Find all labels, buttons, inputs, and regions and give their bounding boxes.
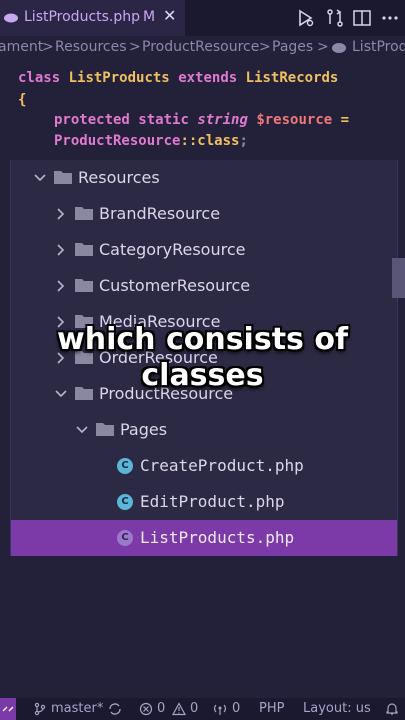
- close-tab-icon[interactable]: ✕: [163, 6, 176, 25]
- code-line-2[interactable]: {: [18, 92, 26, 108]
- breadcrumb-item[interactable]: ProductResource: [142, 39, 259, 55]
- tree-item-pages[interactable]: Pages: [11, 412, 397, 448]
- breadcrumb-separator: >: [129, 39, 141, 55]
- code-type: string: [197, 112, 248, 128]
- code-keyword: protected: [54, 112, 130, 128]
- editor-tab-listproducts[interactable]: ListProducts.php M ✕: [0, 0, 185, 36]
- code-keyword: static: [138, 112, 189, 128]
- tree-item-customerresource[interactable]: CustomerResource: [11, 268, 397, 304]
- tree-item-label: Pages: [120, 420, 168, 439]
- chevron-down-icon: [76, 426, 88, 434]
- chevron-right-icon: [57, 244, 65, 256]
- error-icon: [139, 702, 153, 716]
- run-debug-icon[interactable]: [296, 8, 316, 28]
- breadcrumb-separator: >: [259, 39, 271, 55]
- ports-count[interactable]: 0: [232, 701, 240, 716]
- git-branch-icon: [34, 702, 46, 716]
- tree-item-createproduct[interactable]: C CreateProduct.php: [11, 448, 397, 484]
- code-semicolon: ;: [239, 133, 248, 149]
- breadcrumb-item[interactable]: ListProdu: [352, 39, 405, 55]
- php-elephant-icon: [332, 43, 346, 53]
- breadcrumb-separator: >: [42, 39, 54, 55]
- tree-item-listproducts[interactable]: C ListProducts.php: [11, 520, 397, 556]
- folder-icon: [75, 279, 93, 292]
- keyboard-layout[interactable]: Layout: us: [303, 701, 371, 716]
- video-caption: which consists of classes: [0, 322, 405, 394]
- php-class-file-icon: C: [117, 530, 133, 546]
- modified-indicator: M: [143, 9, 156, 25]
- tree-item-label: BrandResource: [99, 204, 221, 223]
- warning-icon: [172, 702, 186, 716]
- code-operator: =: [340, 112, 350, 128]
- tree-item-label: CreateProduct.php: [140, 456, 304, 475]
- folder-icon: [96, 423, 114, 436]
- sync-icon[interactable]: [108, 702, 122, 716]
- caption-line-2: classes: [141, 358, 264, 393]
- tree-item-label: EditProduct.php: [140, 492, 285, 511]
- broadcast-icon: [214, 704, 226, 715]
- breadcrumb-item[interactable]: Pages: [272, 39, 313, 55]
- folder-icon: [54, 171, 72, 184]
- php-elephant-icon: [4, 13, 18, 23]
- code-scope-operator: ::: [180, 133, 198, 149]
- php-class-file-icon: C: [117, 494, 133, 510]
- code-class-ref: ProductResource: [54, 133, 181, 149]
- language-mode[interactable]: PHP: [259, 701, 284, 716]
- compare-changes-icon[interactable]: [325, 8, 345, 28]
- split-editor-icon[interactable]: [352, 8, 372, 28]
- code-class-name: ListProducts: [68, 70, 170, 86]
- notifications-bell-icon[interactable]: [385, 702, 399, 716]
- tree-item-brandresource[interactable]: BrandResource: [11, 196, 397, 232]
- tree-item-label: CustomerResource: [99, 276, 251, 295]
- php-class-file-icon: C: [117, 458, 133, 474]
- error-count[interactable]: 0: [157, 701, 165, 716]
- status-bar: master* 0 0 0 PHP Layout: us: [0, 698, 405, 720]
- breadcrumb: ament > Resources > ProductResource > Pa…: [0, 36, 405, 60]
- tree-item-label: Resources: [78, 168, 160, 187]
- tree-item-categoryresource[interactable]: CategoryResource: [11, 232, 397, 268]
- code-line-3[interactable]: protected static string $resource =: [54, 112, 349, 128]
- git-branch-label[interactable]: master*: [51, 701, 103, 716]
- breadcrumb-item[interactable]: ament: [0, 39, 43, 55]
- chevron-down-icon: [34, 174, 46, 182]
- more-actions-icon[interactable]: [380, 8, 400, 28]
- code-line-4[interactable]: ProductResource::class;: [54, 133, 248, 149]
- tab-filename: ListProducts.php: [24, 9, 141, 25]
- tree-item-label: ListProducts.php: [140, 528, 295, 547]
- warning-count[interactable]: 0: [190, 701, 198, 716]
- chevron-right-icon: [57, 208, 65, 220]
- chevron-right-icon: [57, 280, 65, 292]
- code-class-constant: class: [197, 133, 240, 149]
- caption-line-1: which consists of: [57, 322, 348, 357]
- code-keyword: extends: [178, 70, 238, 86]
- tree-item-resources[interactable]: Resources: [11, 160, 397, 196]
- editor-scrollbar-thumb[interactable]: [392, 258, 405, 298]
- code-parent-class: ListRecords: [245, 70, 339, 86]
- folder-icon: [75, 243, 93, 256]
- code-variable: $resource: [256, 112, 333, 128]
- remote-indicator[interactable]: [0, 698, 16, 720]
- tree-item-label: CategoryResource: [99, 240, 246, 259]
- code-keyword: class: [18, 70, 61, 86]
- breadcrumb-item[interactable]: Resources: [55, 39, 127, 55]
- tree-item-editproduct[interactable]: C EditProduct.php: [11, 484, 397, 520]
- code-line-1[interactable]: class ListProducts extends ListRecords: [18, 70, 338, 86]
- breadcrumb-separator: >: [317, 39, 329, 55]
- folder-icon: [75, 207, 93, 220]
- remote-icon: [2, 706, 14, 712]
- tab-bar: ListProducts.php M ✕: [0, 0, 405, 36]
